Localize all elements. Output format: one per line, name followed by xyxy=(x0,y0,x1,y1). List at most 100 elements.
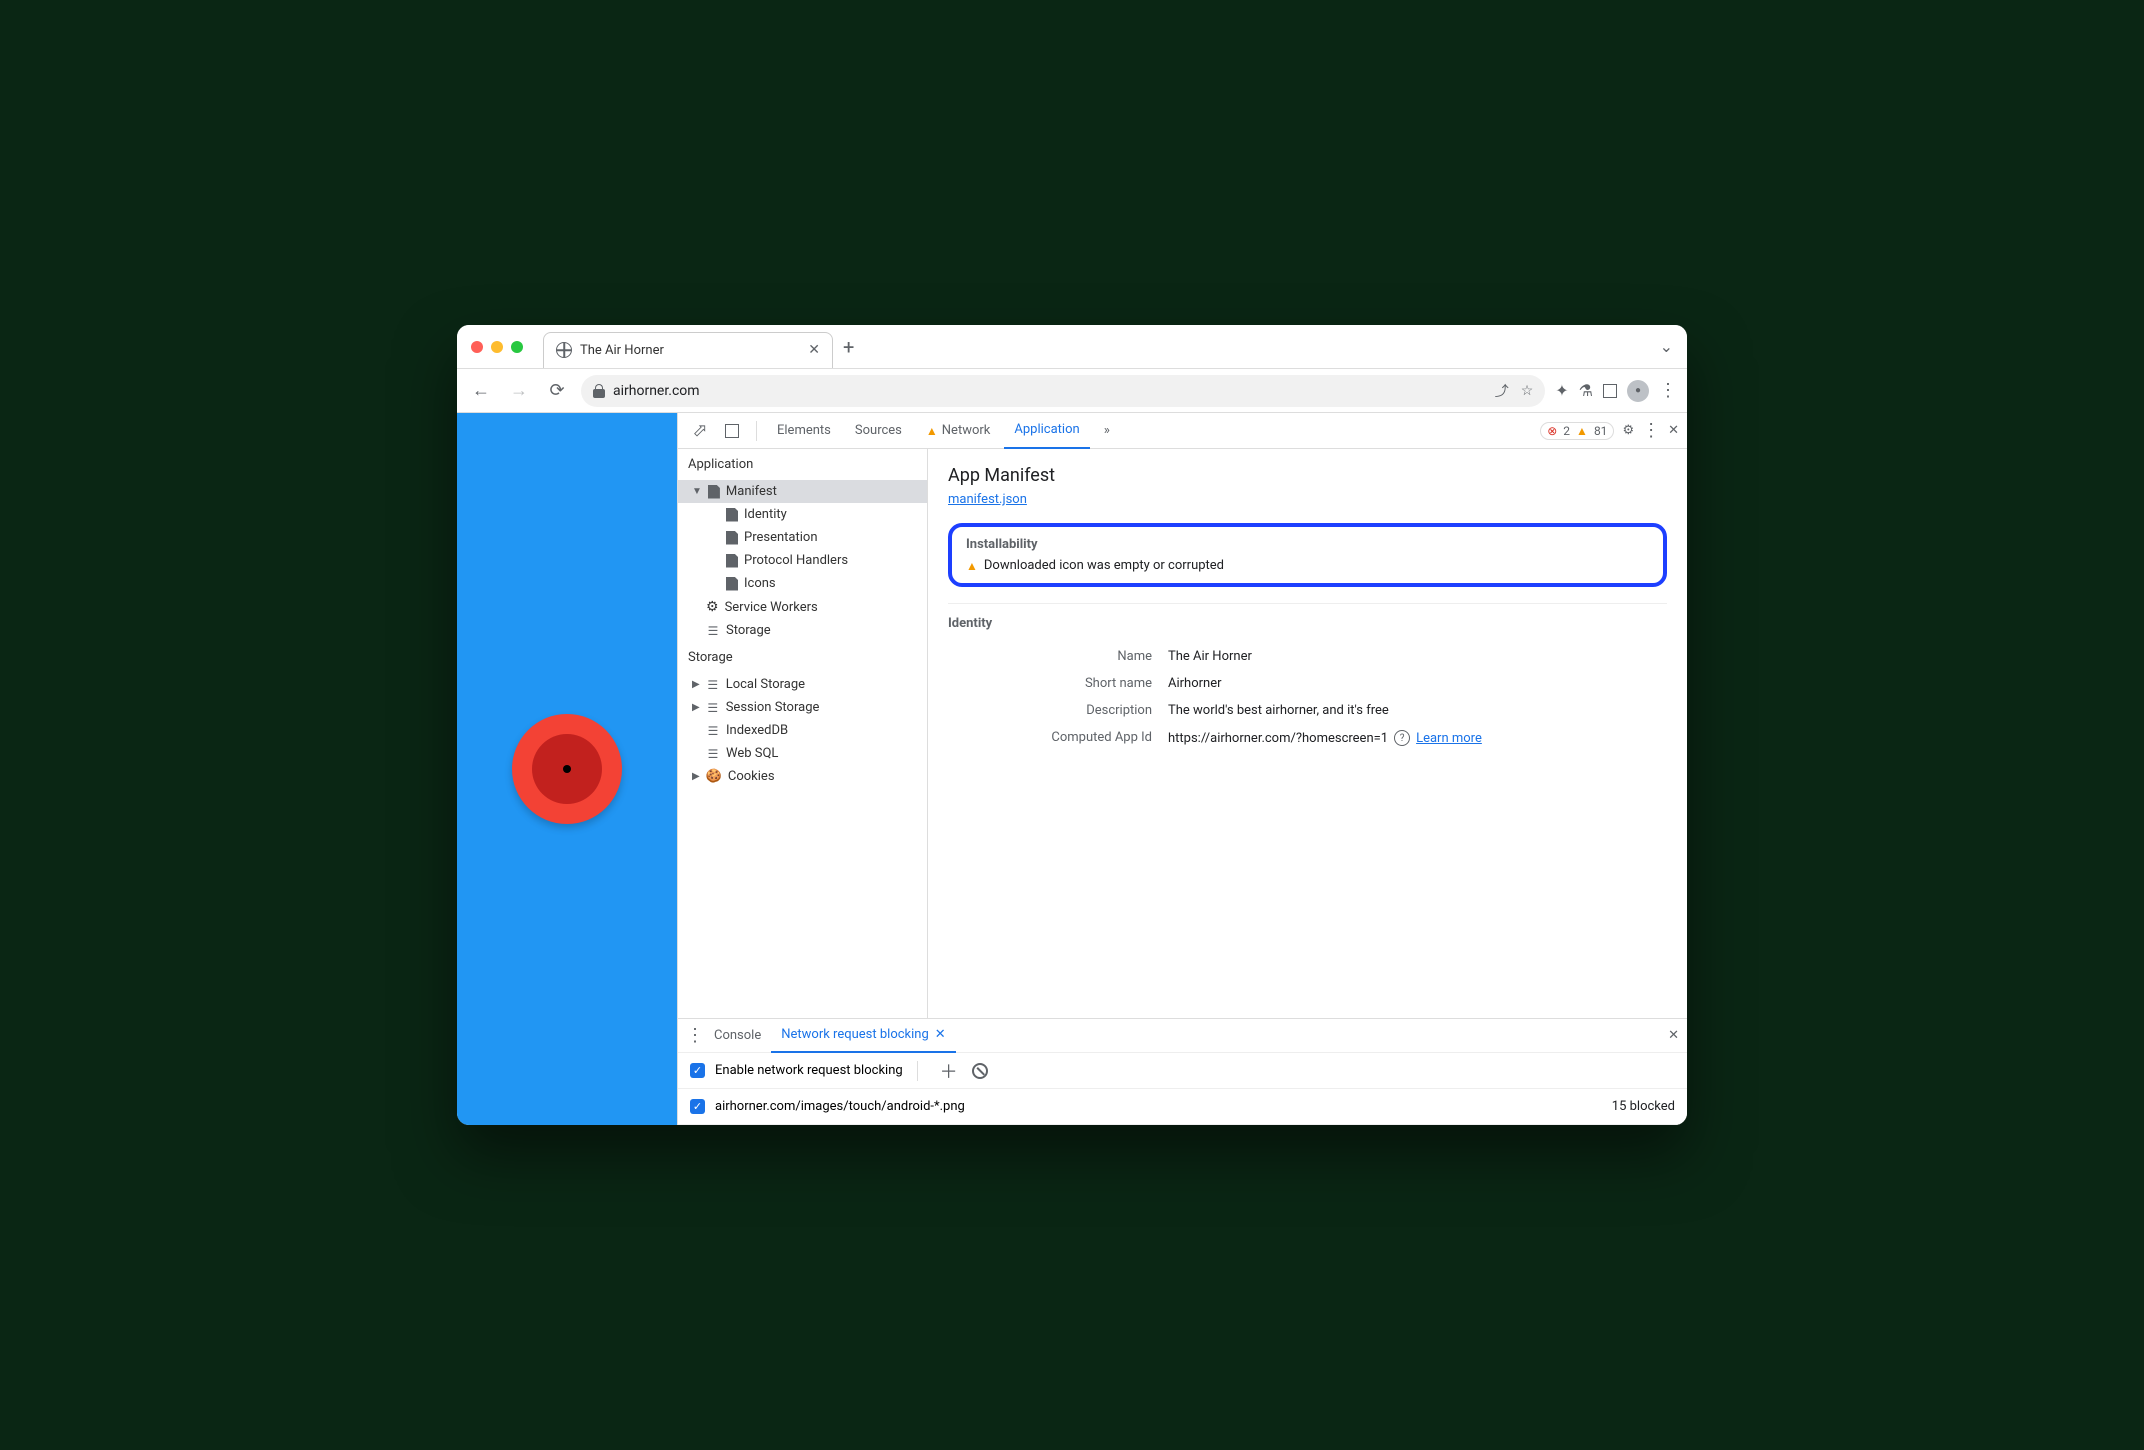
manifest-title: App Manifest xyxy=(948,465,1667,486)
window-minimize[interactable] xyxy=(491,341,503,353)
add-pattern-button[interactable]: ＋ xyxy=(940,1058,958,1084)
tab-elements[interactable]: Elements xyxy=(767,413,841,449)
drawer-menu-icon[interactable]: ⋮ xyxy=(686,1025,704,1046)
error-icon: ⊗ xyxy=(1547,424,1557,438)
tab-sources[interactable]: Sources xyxy=(845,413,912,449)
sidebar-item-session-storage[interactable]: ▶Session Storage xyxy=(678,696,927,719)
content-area: ⬀ Elements Sources ▲Network Application … xyxy=(457,413,1687,1125)
device-toggle-icon[interactable] xyxy=(718,417,746,445)
file-icon xyxy=(726,508,738,522)
devtools-close-icon[interactable]: ✕ xyxy=(1668,423,1679,438)
airhorn-button[interactable] xyxy=(512,714,622,824)
blocked-count: 15 blocked xyxy=(1612,1099,1675,1114)
enable-blocking-label: Enable network request blocking xyxy=(715,1063,903,1078)
name-value: The Air Horner xyxy=(1168,649,1667,664)
storage-icon xyxy=(706,678,720,692)
settings-icon[interactable]: ⚙ xyxy=(1622,423,1634,438)
share-icon[interactable]: ⤴ xyxy=(1495,381,1509,401)
sidebar-section-storage: Storage xyxy=(678,642,927,673)
url-text: airhorner.com xyxy=(613,383,700,399)
sidebar-item-manifest[interactable]: ▼ Manifest xyxy=(678,480,927,503)
drawer-tab-network-blocking[interactable]: Network request blocking ✕ xyxy=(771,1019,955,1053)
browser-menu-icon[interactable]: ⋮ xyxy=(1659,380,1677,401)
description-label: Description xyxy=(948,703,1168,718)
clear-patterns-icon[interactable] xyxy=(972,1063,988,1079)
panel-icon[interactable] xyxy=(1603,384,1617,398)
close-icon[interactable]: ✕ xyxy=(935,1027,946,1042)
learn-more-link[interactable]: Learn more xyxy=(1416,731,1482,746)
address-bar[interactable]: airhorner.com ⤴ ☆ xyxy=(581,375,1545,407)
description-value: The world's best airhorner, and it's fre… xyxy=(1168,703,1667,718)
lock-icon xyxy=(593,384,605,398)
sidebar-item-icons[interactable]: Icons xyxy=(678,572,927,595)
installability-highlight: Installability ▲ Downloaded icon was emp… xyxy=(948,523,1667,587)
extensions-icon[interactable]: ✦ xyxy=(1555,381,1568,400)
globe-icon xyxy=(556,342,572,358)
short-name-value: Airhorner xyxy=(1168,676,1667,691)
warning-icon: ▲ xyxy=(926,424,938,438)
tab-application[interactable]: Application xyxy=(1004,413,1089,449)
enable-blocking-row: ✓ Enable network request blocking ＋ xyxy=(678,1053,1687,1089)
window-close[interactable] xyxy=(471,341,483,353)
sidebar-item-cookies[interactable]: ▶🍪Cookies xyxy=(678,765,927,788)
pattern-enabled-checkbox[interactable]: ✓ xyxy=(690,1099,705,1114)
star-icon[interactable]: ☆ xyxy=(1521,383,1534,399)
sidebar-item-indexeddb[interactable]: IndexedDB xyxy=(678,719,927,742)
sidebar-item-service-workers[interactable]: ⚙Service Workers xyxy=(678,595,927,619)
devtools-body: Application ▼ Manifest Identity Presenta… xyxy=(678,449,1687,1018)
browser-tab[interactable]: The Air Horner ✕ xyxy=(543,332,833,368)
sidebar-item-local-storage[interactable]: ▶Local Storage xyxy=(678,673,927,696)
devtools-panel: ⬀ Elements Sources ▲Network Application … xyxy=(677,413,1687,1125)
sidebar-item-presentation[interactable]: Presentation xyxy=(678,526,927,549)
reload-button[interactable]: ⟳ xyxy=(543,377,571,405)
storage-icon xyxy=(706,701,720,715)
file-icon xyxy=(726,554,738,568)
devtools-menu-icon[interactable]: ⋮ xyxy=(1642,420,1660,441)
enable-blocking-checkbox[interactable]: ✓ xyxy=(690,1063,705,1078)
sidebar-item-storage[interactable]: Storage xyxy=(678,619,927,642)
sidebar-item-protocol-handlers[interactable]: Protocol Handlers xyxy=(678,549,927,572)
tabs-chevron-icon[interactable]: ⌄ xyxy=(1660,337,1673,356)
traffic-lights xyxy=(471,341,523,353)
file-icon xyxy=(726,531,738,545)
installability-message: Downloaded icon was empty or corrupted xyxy=(984,558,1224,573)
help-icon[interactable]: ? xyxy=(1394,730,1410,746)
identity-section-header: Identity xyxy=(948,603,1667,643)
db-icon xyxy=(706,747,720,761)
titlebar: The Air Horner ✕ + ⌄ xyxy=(457,325,1687,369)
address-bar-icons: ⤴ ☆ xyxy=(1495,381,1534,401)
devtools-toolbar: ⬀ Elements Sources ▲Network Application … xyxy=(678,413,1687,449)
tabs-overflow-icon[interactable]: » xyxy=(1094,413,1120,449)
name-label: Name xyxy=(948,649,1168,664)
drawer-tab-console[interactable]: Console xyxy=(704,1019,771,1053)
window-maximize[interactable] xyxy=(511,341,523,353)
inspect-icon[interactable]: ⬀ xyxy=(686,417,714,445)
warning-icon: ▲ xyxy=(966,559,978,573)
blocking-pattern: airhorner.com/images/touch/android-*.png xyxy=(715,1099,965,1114)
profile-avatar[interactable] xyxy=(1627,380,1649,402)
file-icon xyxy=(708,485,720,499)
tab-network[interactable]: ▲Network xyxy=(916,413,1001,449)
sidebar-item-web-sql[interactable]: Web SQL xyxy=(678,742,927,765)
file-icon xyxy=(726,577,738,591)
app-id-label: Computed App Id xyxy=(948,730,1168,746)
page-viewport xyxy=(457,413,677,1125)
new-tab-button[interactable]: + xyxy=(843,335,854,359)
manifest-json-link[interactable]: manifest.json xyxy=(948,492,1027,507)
labs-icon[interactable]: ⚗ xyxy=(1579,381,1593,400)
back-button[interactable]: ← xyxy=(467,377,495,405)
db-icon xyxy=(706,724,720,738)
sidebar-item-identity[interactable]: Identity xyxy=(678,503,927,526)
drawer-close-icon[interactable]: ✕ xyxy=(1668,1028,1679,1043)
warning-icon: ▲ xyxy=(1576,424,1588,438)
short-name-label: Short name xyxy=(948,676,1168,691)
blocking-pattern-row[interactable]: ✓ airhorner.com/images/touch/android-*.p… xyxy=(678,1089,1687,1125)
sidebar-section-application: Application xyxy=(678,449,927,480)
cookie-icon: 🍪 xyxy=(706,769,722,784)
tab-close-icon[interactable]: ✕ xyxy=(808,342,820,358)
browser-toolbar: ← → ⟳ airhorner.com ⤴ ☆ ✦ ⚗ ⋮ xyxy=(457,369,1687,413)
issues-badge[interactable]: ⊗2 ▲81 xyxy=(1540,422,1614,440)
drawer-tabs: ⋮ Console Network request blocking ✕ ✕ xyxy=(678,1019,1687,1053)
forward-button[interactable]: → xyxy=(505,377,533,405)
browser-window: The Air Horner ✕ + ⌄ ← → ⟳ airhorner.com… xyxy=(457,325,1687,1125)
